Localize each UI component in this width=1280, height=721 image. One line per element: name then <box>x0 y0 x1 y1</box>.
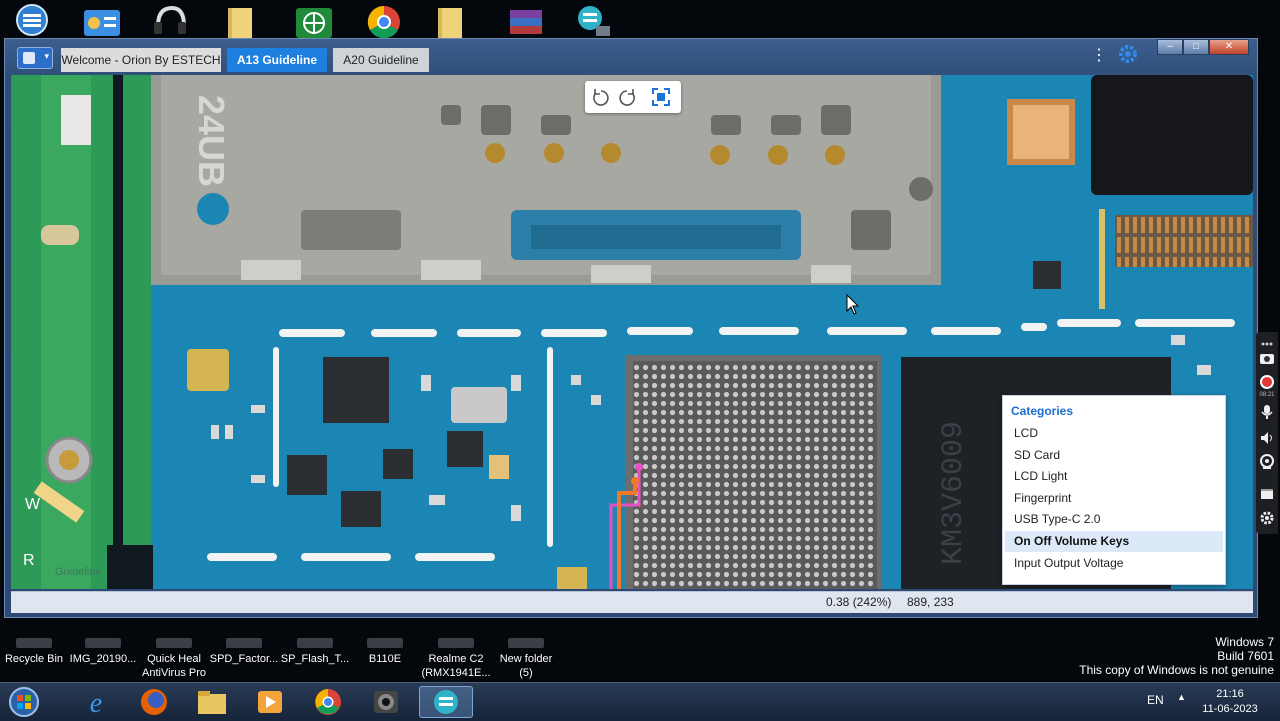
desktop-top-icons <box>0 0 1280 40</box>
firefox-icon[interactable] <box>134 686 174 718</box>
category-item-usb-type-c[interactable]: USB Type-C 2.0 <box>1005 509 1223 530</box>
record-icon[interactable] <box>1259 374 1275 390</box>
zoom-readout: 0.38 (242%) <box>826 595 892 609</box>
desktop-icon-new-folder[interactable]: New folder (5) <box>481 638 571 680</box>
gear-icon[interactable] <box>1117 43 1139 65</box>
folder-icon <box>367 638 403 648</box>
start-orb[interactable] <box>4 686 44 718</box>
explorer-icon[interactable] <box>192 686 232 718</box>
orion-app-icon[interactable] <box>419 686 473 718</box>
board-image-canvas[interactable]: W R Guideline 24UB KM3V6009 Categories L… <box>11 75 1253 589</box>
app-square-icon <box>23 52 35 64</box>
categories-panel: Categories LCD SD Card LCD Light Fingerp… <box>1002 395 1226 585</box>
rotate-right-icon[interactable] <box>615 85 639 109</box>
chrome-icon[interactable] <box>308 686 348 718</box>
tab-a13-guideline[interactable]: A13 Guideline <box>227 48 327 72</box>
category-item-fingerprint[interactable]: Fingerprint <box>1005 488 1223 509</box>
folder-icon[interactable] <box>222 4 262 38</box>
tab-a20-guideline[interactable]: A20 Guideline <box>333 48 429 72</box>
recording-time: 08:21 <box>1259 392 1275 398</box>
folder-icon <box>508 638 544 648</box>
speaker-icon[interactable] <box>1259 430 1275 446</box>
network-icon[interactable] <box>294 4 334 38</box>
svg-text:KM3V6009: KM3V6009 <box>937 421 971 565</box>
board-faint-text: Guideline <box>55 566 101 578</box>
app-menu-button[interactable]: ▾ <box>17 47 53 69</box>
window-icon[interactable] <box>1259 486 1275 502</box>
clock-time: 21:16 <box>1216 688 1244 700</box>
quick-heal-icon <box>156 638 192 648</box>
board-silk-text: 24UB <box>191 95 232 187</box>
system-clock[interactable]: 21:16 11-06-2023 <box>1196 687 1264 717</box>
more-options-icon[interactable]: ⋮ <box>1091 45 1107 65</box>
mouse-cursor-icon <box>846 293 860 315</box>
folder-icon <box>438 638 474 648</box>
close-button[interactable]: ✕ <box>1209 39 1249 55</box>
status-bar: 0.38 (242%) 889, 233 <box>11 591 1253 613</box>
svg-text:e: e <box>90 688 102 718</box>
chrome-icon[interactable] <box>364 4 404 39</box>
image-toolbar <box>585 81 681 113</box>
board-label-w: W <box>25 496 41 513</box>
category-item-on-off-volume-keys[interactable]: On Off Volume Keys <box>1005 531 1223 552</box>
image-file-icon <box>85 638 121 648</box>
chevron-down-icon: ▾ <box>44 51 49 61</box>
category-item-lcd[interactable]: LCD <box>1005 423 1223 444</box>
windows-genuine-watermark: Windows 7 Build 7601 This copy of Window… <box>1079 635 1274 677</box>
headset-icon[interactable] <box>150 4 190 38</box>
categories-title: Categories <box>1011 404 1074 418</box>
microphone-icon[interactable] <box>1259 404 1275 420</box>
camera-app-icon[interactable] <box>366 686 406 718</box>
winrar-icon[interactable] <box>506 4 546 38</box>
settings-gear-icon[interactable] <box>1259 510 1275 526</box>
folder-icon[interactable] <box>436 4 476 38</box>
recycle-bin-icon <box>16 638 52 648</box>
maximize-button[interactable]: □ <box>1183 39 1209 55</box>
clock-date: 11-06-2023 <box>1202 703 1258 715</box>
language-indicator[interactable]: EN <box>1147 693 1164 707</box>
orion-tool-icon[interactable] <box>576 4 616 38</box>
orion-icon[interactable] <box>14 4 54 38</box>
rotate-left-icon[interactable] <box>589 85 613 109</box>
category-item-input-output-voltage[interactable]: Input Output Voltage <box>1005 553 1223 574</box>
tab-welcome[interactable]: Welcome - Orion By ESTECH <box>61 48 221 72</box>
folder-icon <box>297 638 333 648</box>
webcam-icon[interactable] <box>1259 454 1275 470</box>
coordinate-readout: 889, 233 <box>907 595 954 609</box>
taskbar: e EN ▲ 21:16 11-06-2023 <box>0 682 1280 721</box>
ie-icon[interactable]: e <box>76 686 116 719</box>
capture-side-toolbar: 08:21 <box>1256 332 1278 534</box>
category-item-lcd-light[interactable]: LCD Light <box>1005 466 1223 487</box>
category-item-sd-card[interactable]: SD Card <box>1005 445 1223 466</box>
board-label-r: R <box>23 552 35 569</box>
orion-window: ▾ Welcome - Orion By ESTECH A13 Guidelin… <box>4 38 1258 618</box>
control-panel-icon[interactable] <box>82 4 122 38</box>
fit-screen-icon[interactable] <box>649 85 673 109</box>
folder-icon <box>226 638 262 648</box>
camera-icon[interactable] <box>1259 350 1275 366</box>
minimize-button[interactable]: – <box>1157 39 1183 55</box>
media-player-icon[interactable] <box>250 686 290 718</box>
tray-expand-icon[interactable]: ▲ <box>1177 692 1186 702</box>
